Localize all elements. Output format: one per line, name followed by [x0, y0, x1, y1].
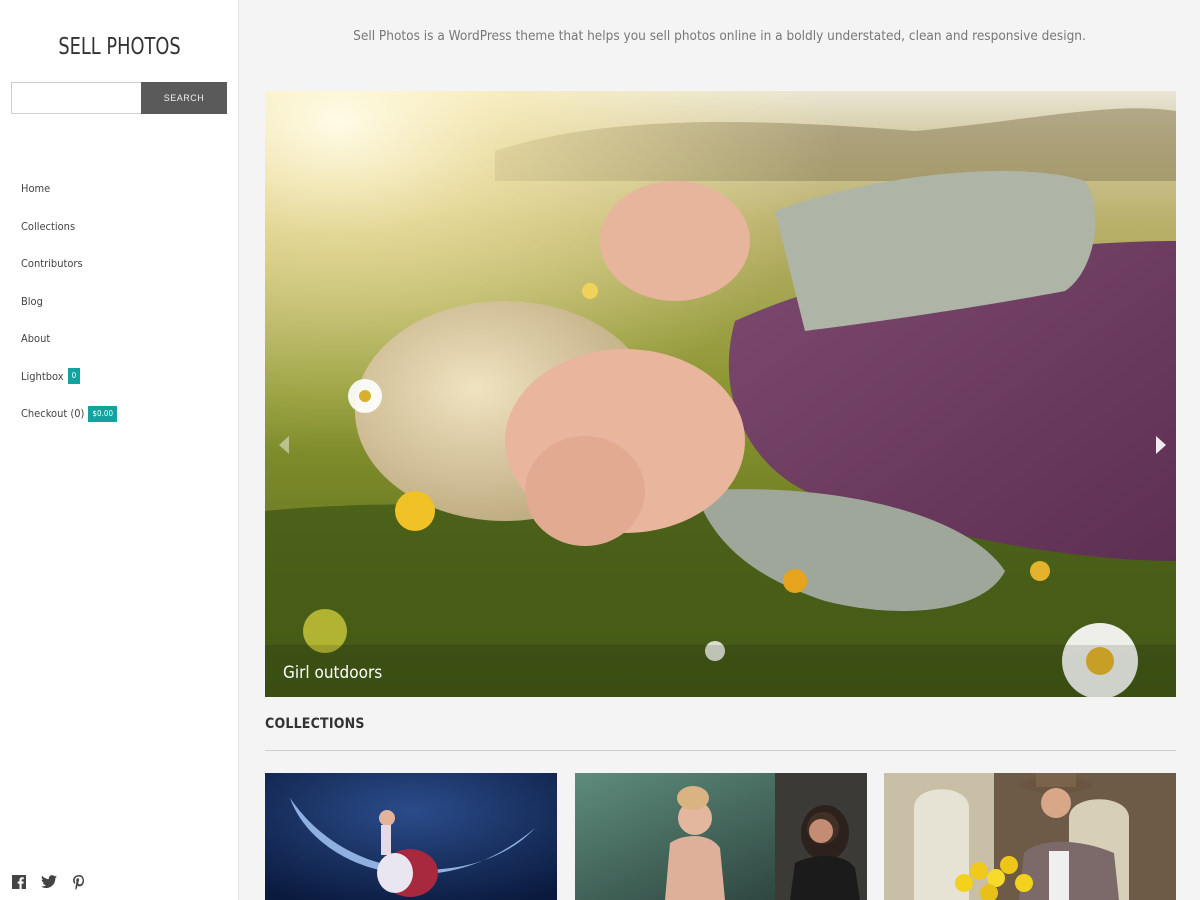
collection-photo-man-with-tulips	[884, 773, 1176, 900]
nav-item-blog[interactable]: Blog	[21, 283, 117, 321]
nav-item-collections[interactable]: Collections	[21, 208, 117, 246]
site-title[interactable]: SELL PHOTOS	[17, 34, 223, 60]
nav-item-lightbox[interactable]: Lightbox 0	[21, 358, 117, 396]
twitter-icon[interactable]	[41, 874, 57, 890]
nav-item-label: Checkout (0)	[21, 407, 85, 421]
main-nav: Home Collections Contributors Blog About…	[21, 170, 118, 433]
nav-item-home[interactable]: Home	[21, 170, 117, 208]
social-links	[11, 874, 87, 890]
search-input[interactable]	[11, 82, 141, 114]
collection-thumb-2[interactable]	[575, 773, 867, 900]
nav-item-contributors[interactable]: Contributors	[21, 245, 117, 283]
nav-item-label: Blog	[21, 294, 43, 308]
facebook-icon[interactable]	[11, 874, 27, 890]
collections-divider	[265, 750, 1176, 751]
sidebar: SELL PHOTOS SEARCH Home Collections Cont…	[0, 0, 239, 900]
site-tagline: Sell Photos is a WordPress theme that he…	[353, 28, 1086, 44]
featured-slider[interactable]: Girl outdoors	[265, 91, 1176, 697]
nav-item-label: Collections	[21, 219, 76, 233]
lightbox-count-badge: 0	[67, 368, 81, 385]
checkout-total-badge: $0.00	[88, 405, 118, 422]
search-button[interactable]: SEARCH	[141, 82, 227, 114]
collection-thumb-1[interactable]	[265, 773, 557, 900]
collection-photo-two-women	[575, 773, 867, 900]
collections-heading: COLLECTIONS	[265, 716, 365, 732]
slider-prev-arrow[interactable]	[279, 436, 289, 454]
slide-caption: Girl outdoors	[265, 645, 1176, 697]
nav-item-label: About	[21, 332, 51, 346]
slide-photo-girl-outdoors	[265, 91, 1176, 697]
nav-item-label: Home	[21, 182, 51, 196]
search-form: SEARCH	[11, 82, 227, 114]
nav-item-label: Lightbox	[21, 369, 64, 383]
slider-next-arrow[interactable]	[1156, 436, 1166, 454]
collection-thumb-3[interactable]	[884, 773, 1176, 900]
nav-item-checkout[interactable]: Checkout (0) $0.00	[21, 395, 118, 433]
pinterest-icon[interactable]	[71, 874, 87, 890]
nav-item-about[interactable]: About	[21, 320, 117, 358]
collection-photo-moon-dancer	[265, 773, 557, 900]
nav-item-label: Contributors	[21, 257, 83, 271]
